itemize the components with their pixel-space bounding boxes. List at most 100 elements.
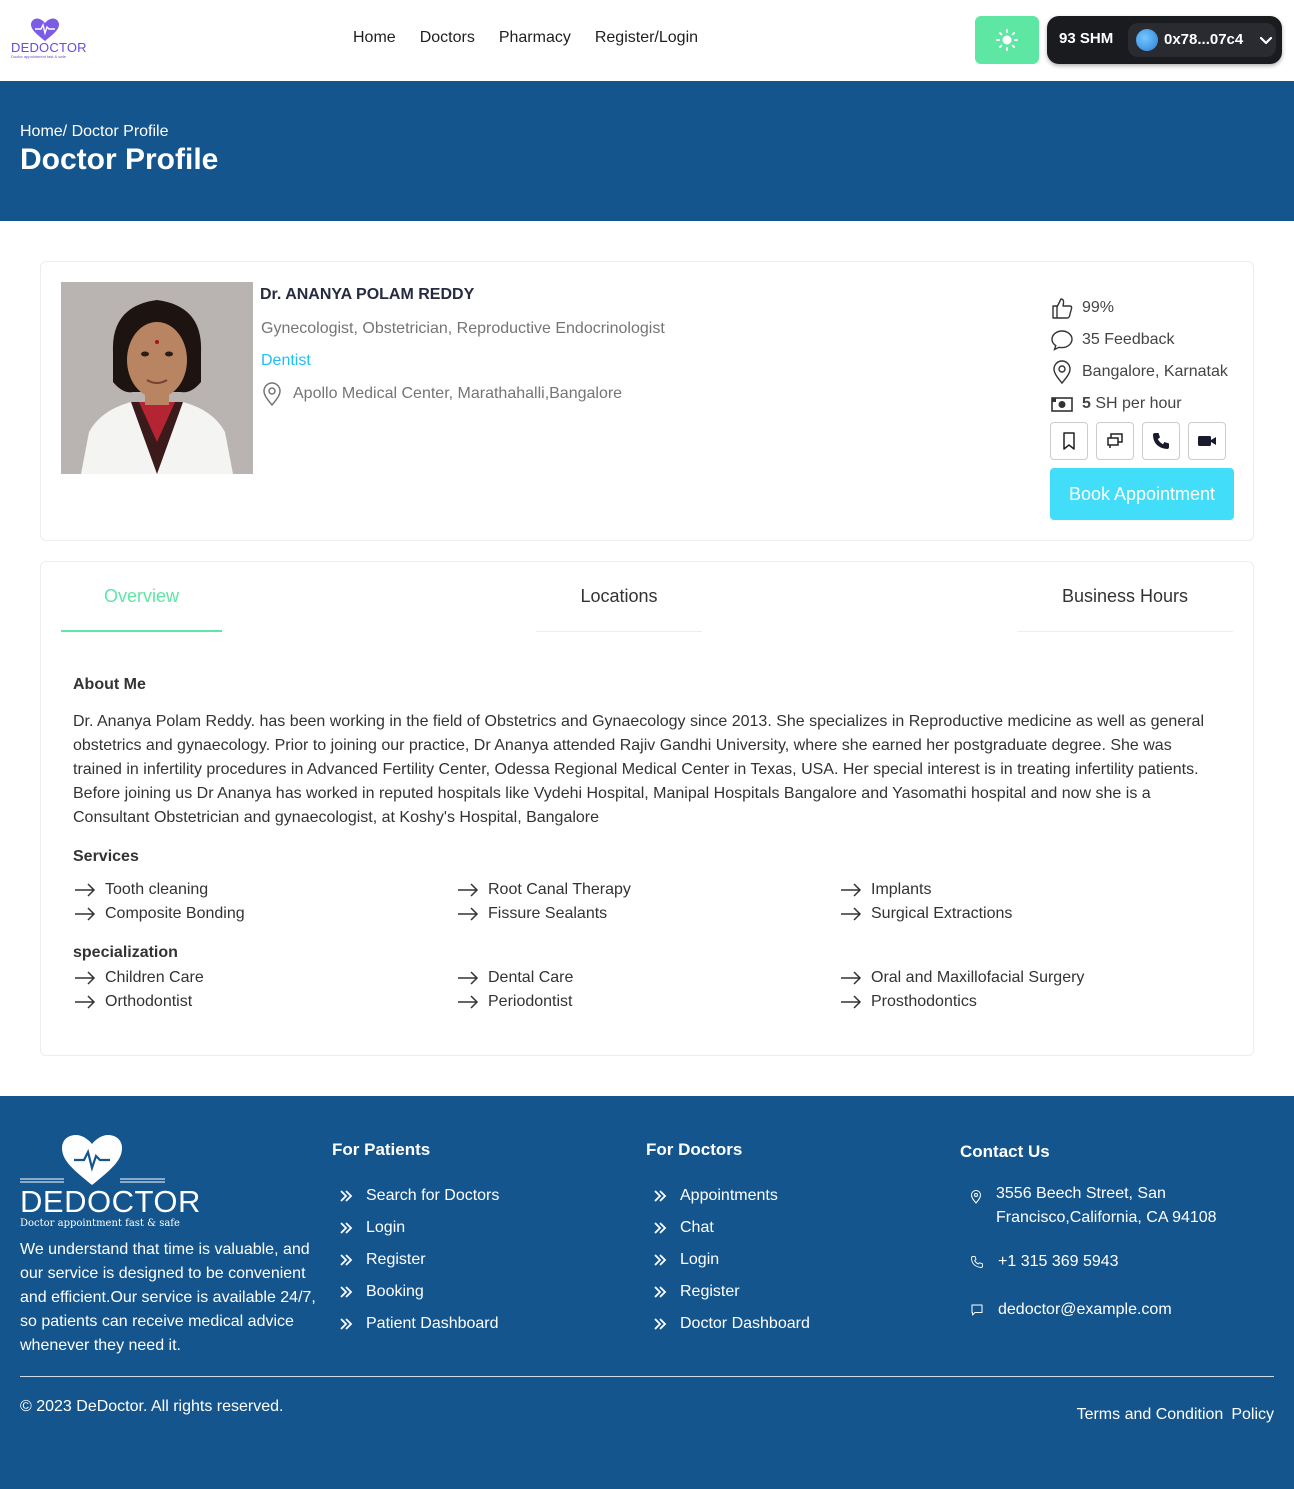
- video-camera-icon: [1198, 436, 1216, 446]
- specialization-name: Children Care: [105, 969, 204, 986]
- arrow-right-icon: [75, 971, 96, 985]
- list-item: Oral and Maxillofacial Surgery: [839, 966, 1222, 990]
- specialization-name: Prosthodontics: [871, 993, 977, 1010]
- specialization-list: Children Care Dental Care Oral and Maxil…: [73, 966, 1223, 1014]
- doctor-details-card: Overview Locations Business Hours About …: [40, 561, 1254, 1056]
- site-header: DEDOCTOR Doctor appointment fast & safe …: [0, 0, 1294, 81]
- site-footer: DEDOCTOR Doctor appointment fast & safe …: [0, 1096, 1294, 1489]
- rating-value: 99%: [1082, 299, 1115, 316]
- logo-wordmark: DEDOCTOR: [11, 40, 87, 55]
- doctor-department[interactable]: Dentist: [261, 352, 311, 370]
- contact-address: 3556 Beech Street, San Francisco,Califor…: [970, 1182, 1246, 1230]
- logo-tagline: Doctor appointment fast & safe: [11, 54, 66, 59]
- theme-toggle-button[interactable]: [975, 16, 1039, 64]
- footer-link[interactable]: Patient Dashboard: [332, 1308, 499, 1340]
- footer-legal-links: Terms and Condition Policy: [1077, 1406, 1274, 1424]
- arrow-right-icon: [841, 995, 862, 1009]
- clinic-address: Apollo Medical Center, Marathahalli,Bang…: [293, 385, 623, 402]
- bookmark-icon: [1063, 432, 1075, 450]
- contact-phone[interactable]: +1 315 369 5943: [970, 1250, 1119, 1274]
- specialization-name: Oral and Maxillofacial Surgery: [871, 969, 1085, 986]
- service-name: Composite Bonding: [105, 905, 245, 922]
- nav-doctors[interactable]: Doctors: [420, 29, 475, 47]
- footer-link[interactable]: Register: [332, 1244, 499, 1276]
- nav-home[interactable]: Home: [353, 29, 396, 47]
- list-item: Orthodontist: [73, 990, 456, 1014]
- nav-pharmacy[interactable]: Pharmacy: [499, 29, 571, 47]
- arrow-right-icon: [75, 907, 96, 921]
- bookmark-button[interactable]: [1050, 422, 1088, 460]
- tab-overview[interactable]: Overview: [61, 562, 222, 632]
- footer-link[interactable]: Doctor Dashboard: [646, 1308, 810, 1340]
- arrow-right-icon: [458, 995, 479, 1009]
- main-nav: Home Doctors Pharmacy Register/Login: [353, 29, 698, 47]
- tab-locations[interactable]: Locations: [536, 562, 702, 632]
- clinic-location: Apollo Medical Center, Marathahalli,Bang…: [261, 382, 622, 406]
- contact-phone-text: +1 315 369 5943: [998, 1253, 1119, 1270]
- voice-call-button[interactable]: [1142, 422, 1180, 460]
- sun-icon: [996, 29, 1018, 51]
- double-chevron-right-icon: [654, 1286, 667, 1298]
- wallet-account-button[interactable]: 0x78...07c4: [1128, 23, 1276, 57]
- services-title: Services: [73, 848, 139, 865]
- footer-logo-tagline: Doctor appointment fast & safe: [20, 1218, 180, 1229]
- feedback-count: 35 Feedback: [1082, 331, 1175, 348]
- arrow-right-icon: [841, 883, 862, 897]
- footer-link[interactable]: Booking: [332, 1276, 499, 1308]
- tab-business-hours[interactable]: Business Hours: [1017, 562, 1233, 632]
- footer-link-label: Appointments: [680, 1187, 778, 1204]
- footer-link[interactable]: Login: [646, 1244, 810, 1276]
- double-chevron-right-icon: [340, 1318, 353, 1330]
- policy-link[interactable]: Policy: [1231, 1406, 1274, 1424]
- dedoctor-logo[interactable]: DEDOCTOR Doctor appointment fast & safe: [10, 18, 87, 62]
- stat-rating: 99%: [1050, 292, 1228, 324]
- about-text: Dr. Ananya Polam Reddy. has been working…: [73, 713, 1204, 826]
- doctor-city: Bangalore, Karnatak: [1082, 363, 1228, 380]
- footer-link[interactable]: Login: [332, 1212, 499, 1244]
- arrow-right-icon: [458, 907, 479, 921]
- footer-patients-title: For Patients: [332, 1140, 431, 1159]
- footer-link-label: Login: [680, 1251, 720, 1268]
- footer-link[interactable]: Appointments: [646, 1180, 810, 1212]
- double-chevron-right-icon: [340, 1190, 353, 1202]
- wallet-widget[interactable]: 93 SHM 0x78...07c4: [1047, 16, 1282, 64]
- list-item: Root Canal Therapy: [456, 878, 839, 902]
- list-item: Tooth cleaning: [73, 878, 456, 902]
- chat-button[interactable]: [1096, 422, 1134, 460]
- book-appointment-button[interactable]: Book Appointment: [1050, 468, 1234, 520]
- footer-logo[interactable]: DEDOCTOR Doctor appointment fast & safe: [20, 1134, 200, 1234]
- footer-link-label: Login: [366, 1219, 406, 1236]
- phone-icon: [971, 1256, 983, 1268]
- list-item: Dental Care: [456, 966, 839, 990]
- nav-register-login[interactable]: Register/Login: [595, 29, 698, 47]
- specialization-name: Dental Care: [488, 969, 574, 986]
- list-item: Implants: [839, 878, 1222, 902]
- arrow-right-icon: [75, 995, 96, 1009]
- services-list: Tooth cleaning Root Canal Therapy Implan…: [73, 878, 1223, 926]
- footer-link[interactable]: Search for Doctors: [332, 1180, 499, 1212]
- list-item: Periodontist: [456, 990, 839, 1014]
- service-name: Fissure Sealants: [488, 905, 608, 922]
- footer-link[interactable]: Register: [646, 1276, 810, 1308]
- contact-email[interactable]: dedoctor@example.com: [970, 1298, 1172, 1322]
- double-chevron-right-icon: [654, 1318, 667, 1330]
- doctor-profile-card: Dr. ANANYA POLAM REDDY Gynecologist, Obs…: [40, 261, 1254, 541]
- double-chevron-right-icon: [340, 1286, 353, 1298]
- map-pin-icon: [970, 1190, 982, 1204]
- video-call-button[interactable]: [1188, 422, 1226, 460]
- footer-contact-title: Contact Us: [960, 1142, 1050, 1161]
- breadcrumb[interactable]: Home/ Doctor Profile: [20, 123, 169, 141]
- list-item: Surgical Extractions: [839, 902, 1222, 926]
- footer-link[interactable]: Chat: [646, 1212, 810, 1244]
- specialization-name: Orthodontist: [105, 993, 193, 1010]
- footer-description: We understand that time is valuable, and…: [20, 1241, 316, 1354]
- terms-link[interactable]: Terms and Condition: [1077, 1406, 1224, 1424]
- footer-link-label: Chat: [680, 1219, 714, 1236]
- specialization-name: Periodontist: [488, 993, 573, 1010]
- footer-patients-column: For Patients Search for Doctors Login Re…: [332, 1140, 499, 1340]
- footer-divider: [20, 1376, 1274, 1377]
- chat-bubble-icon: [1051, 330, 1073, 351]
- doctor-specialties: Gynecologist, Obstetrician, Reproductive…: [261, 320, 665, 337]
- price-amount: 5: [1082, 395, 1091, 412]
- double-chevron-right-icon: [654, 1190, 667, 1202]
